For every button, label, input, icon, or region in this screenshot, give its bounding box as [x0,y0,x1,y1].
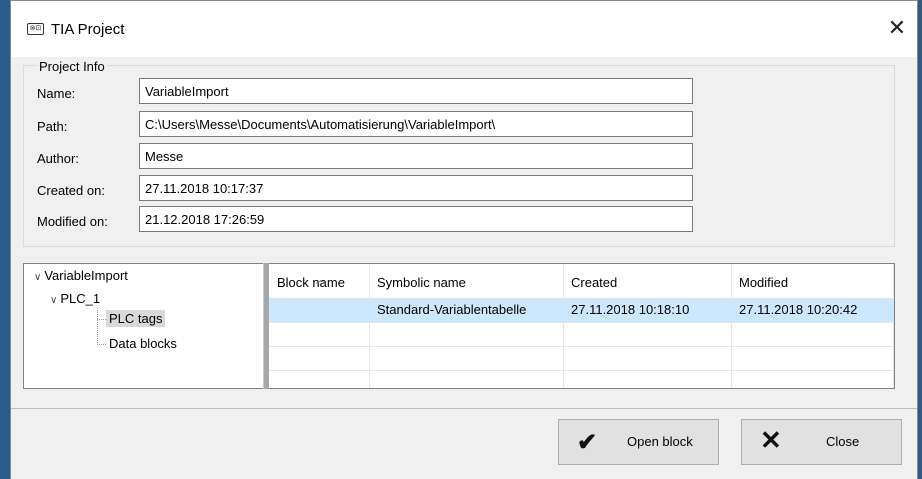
author-label: Author: [37,151,79,166]
cell-symbolic-name: Standard-Variablentabelle [377,302,527,317]
checkmark-icon: ✔ [577,429,598,456]
project-info-legend: Project Info [37,59,107,74]
name-label: Name: [37,86,76,101]
open-block-button[interactable]: ✔ Open block [558,419,719,465]
cell-modified: 27.11.2018 10:20:42 [739,302,858,317]
tree-connector [97,319,106,320]
column-header-symbolic-name[interactable]: Symbolic name [369,264,563,298]
name-field[interactable] [139,78,693,104]
row-divider [269,370,894,371]
tree-item-root[interactable]: ∨ VariableImport [34,268,128,283]
close-button[interactable]: ✕ Close [741,419,902,465]
tree-item-plc-tags[interactable]: PLC tags [106,310,166,327]
close-icon[interactable]: ✕ [884,15,910,41]
table-row[interactable]: Standard-Variablentabelle 27.11.2018 10:… [269,299,894,322]
tree-root-label: VariableImport [44,268,128,283]
chevron-down-icon[interactable]: ∨ [34,272,41,283]
open-block-label: Open block [627,434,693,449]
title-bar: ⊗⊡ TIA Project ✕ [11,1,917,57]
column-header-label: Block name [277,275,345,290]
column-header-created[interactable]: Created [563,264,731,298]
tree-item-data-blocks[interactable]: Data blocks [109,336,177,351]
modified-on-field[interactable] [139,206,693,232]
column-header-modified[interactable]: Modified [731,264,893,298]
column-header-block-name[interactable]: ︿ Block name [269,264,369,298]
chevron-down-icon[interactable]: ∨ [50,295,57,306]
x-icon: ✕ [760,425,782,455]
sort-arrow-icon: ︿ [316,275,326,286]
row-divider [269,322,894,323]
row-divider [269,346,894,347]
cell-created: 27.11.2018 10:18:10 [571,302,690,317]
tia-icon: ⊗⊡ [27,23,44,35]
close-label: Close [826,434,860,449]
tree-plc-label: PLC_1 [60,291,101,306]
tia-project-dialog: ⊗⊡ TIA Project ✕ Project Info Name: Path… [10,0,918,479]
project-tree: ∨ VariableImport ∨ PLC_1 PLC tags Data blo… [23,263,263,389]
tree-connector [97,344,106,345]
path-field[interactable] [139,111,693,137]
tree-item-plc[interactable]: ∨ PLC_1 [50,291,100,306]
modified-on-label: Modified on: [37,214,108,229]
window-title: TIA Project [51,21,125,38]
created-on-label: Created on: [37,183,105,198]
tree-connector [97,308,98,345]
blocks-grid: ︿ Block name Symbolic name Created Modif… [269,263,895,389]
created-on-field[interactable] [139,175,693,201]
path-label: Path: [37,119,68,134]
author-field[interactable] [139,143,693,169]
